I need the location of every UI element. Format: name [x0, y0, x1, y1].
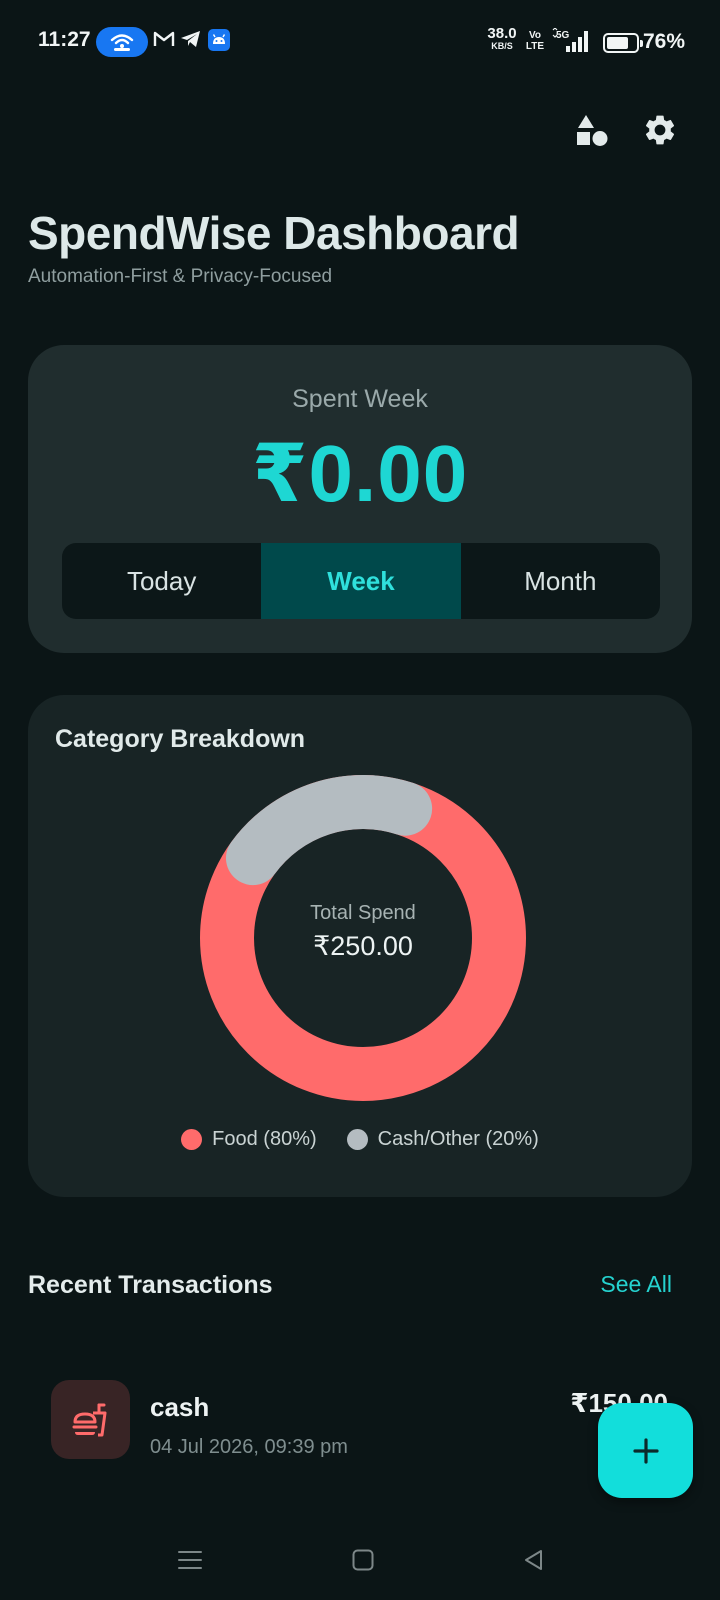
tab-month[interactable]: Month	[461, 543, 660, 619]
nav-back-button[interactable]	[513, 1540, 553, 1580]
system-nav-bar	[0, 1520, 720, 1600]
transaction-row[interactable]: cash 04 Jul 2026, 09:39 pm ₹150.00	[28, 1380, 692, 1466]
spent-label: Spent Week	[292, 385, 428, 413]
menu-icon	[178, 1551, 202, 1569]
plus-icon	[632, 1437, 659, 1464]
legend-label-food: Food (80%)	[212, 1128, 317, 1150]
category-breakdown-card: Category Breakdown Total Spend ₹250.00 F…	[28, 695, 692, 1197]
txn-icon-box	[51, 1380, 130, 1459]
net-speed-value: 38.0	[487, 25, 517, 42]
tab-week[interactable]: Week	[261, 543, 461, 619]
txn-name: cash	[150, 1392, 210, 1422]
volte-bottom: LTE	[525, 41, 545, 52]
signal-icon: 5G	[552, 28, 588, 52]
home-square-icon	[352, 1549, 374, 1571]
nav-home-button[interactable]	[343, 1540, 383, 1580]
donut-center-value: ₹250.00	[313, 931, 413, 961]
legend-item-other: Cash/Other (20%)	[346, 1128, 539, 1151]
settings-button[interactable]	[640, 110, 680, 150]
back-triangle-icon	[525, 1550, 542, 1570]
fastfood-icon	[72, 1403, 106, 1436]
battery-fill	[607, 37, 628, 49]
legend-label-other: Cash/Other (20%)	[377, 1128, 539, 1150]
chart-legend: Food (80%) Cash/Other (20%)	[28, 1128, 692, 1151]
battery-percent: 76%	[643, 30, 686, 53]
recent-transactions-title: Recent Transactions	[28, 1271, 273, 1299]
page-title: SpendWise Dashboard	[28, 207, 520, 259]
category-breakdown-title: Category Breakdown	[55, 725, 306, 753]
gear-icon	[645, 115, 675, 145]
txn-date: 04 Jul 2026, 09:39 pm	[150, 1436, 348, 1458]
status-right: 38.0 KB/S Vo LTE 5G 76%	[0, 26, 720, 60]
legend-dot-food	[181, 1129, 203, 1150]
net-speed: 38.0 KB/S	[484, 25, 520, 52]
volte-top: Vo	[528, 30, 542, 41]
legend-item-food: Food (80%)	[181, 1128, 317, 1151]
shapes-icon	[577, 115, 608, 146]
add-transaction-button[interactable]	[598, 1403, 693, 1498]
network-type-label: 5G	[556, 30, 570, 41]
page-subtitle: Automation-First & Privacy-Focused	[28, 266, 333, 287]
see-all-link[interactable]: See All	[600, 1271, 672, 1298]
spent-value: ₹0.00	[251, 429, 469, 518]
shapes-icon-button[interactable]	[572, 110, 612, 150]
tab-today[interactable]: Today	[62, 543, 261, 619]
battery-icon	[603, 33, 643, 53]
nav-menu-button[interactable]	[170, 1540, 210, 1580]
volte-indicator: Vo LTE	[524, 30, 546, 52]
legend-dot-other	[346, 1129, 368, 1150]
donut-chart: Total Spend ₹250.00	[193, 768, 533, 1108]
donut-center-label: Total Spend	[310, 902, 416, 924]
period-tabs: Today Week Month	[62, 543, 660, 619]
status-bar: 11:27 38.0 KB/S Vo LTE 5G 76%	[0, 0, 720, 86]
screen: 11:27 38.0 KB/S Vo LTE 5G 76% SpendWise …	[0, 0, 720, 1600]
spent-summary-card: Spent Week ₹0.00 Today Week Month	[28, 345, 692, 653]
